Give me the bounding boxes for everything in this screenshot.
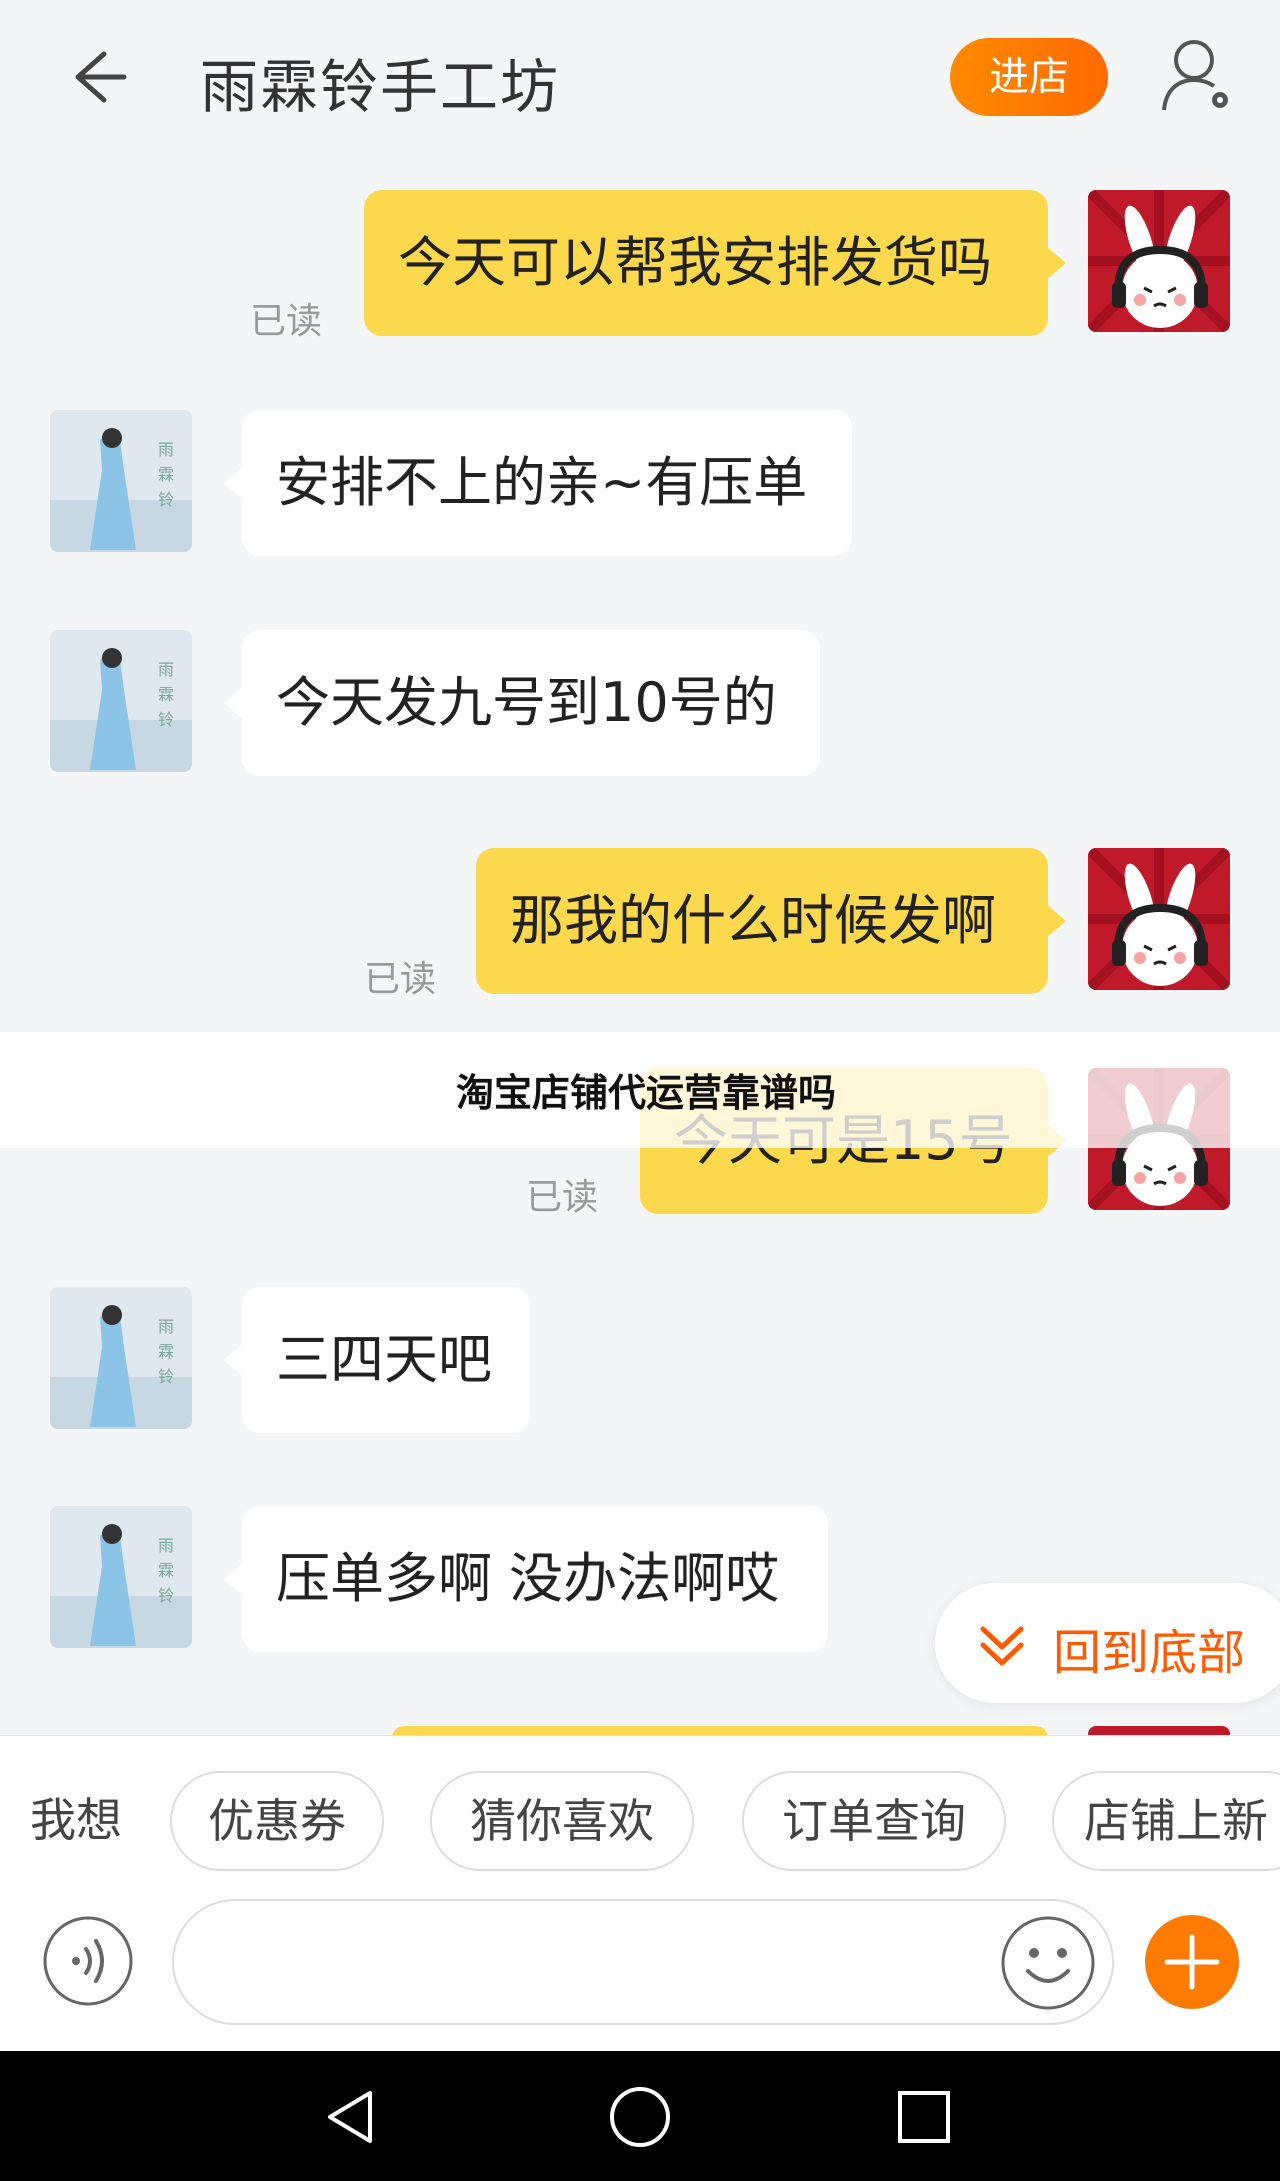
svg-text:雨: 雨 — [158, 1536, 174, 1555]
my-avatar[interactable] — [1088, 190, 1230, 332]
shop-avatar[interactable]: 雨 霖 铃 — [50, 630, 192, 772]
quick-reply-label: 我想 — [30, 1793, 122, 1847]
svg-text:雨: 雨 — [158, 1317, 174, 1336]
svg-text:霖: 霖 — [158, 1561, 174, 1580]
nav-recent-icon[interactable] — [896, 2089, 952, 2145]
shop-avatar-image: 雨 霖 铃 — [50, 410, 192, 552]
rabbit-avatar-icon — [1088, 190, 1230, 332]
scroll-to-bottom-button[interactable]: 回到底部 — [935, 1583, 1280, 1703]
top-bar: 雨霖铃手工坊 进店 — [0, 0, 1280, 158]
shop-title: 雨霖铃手工坊 — [200, 53, 561, 121]
svg-text:铃: 铃 — [158, 710, 174, 729]
message-input[interactable] — [172, 1899, 1114, 2025]
message-bubble-received[interactable]: 安排不上的亲~有压单 — [224, 410, 852, 556]
shop-avatar-image: 雨 霖 铃 — [50, 630, 192, 772]
read-status: 已读 — [250, 301, 323, 342]
svg-text:霖: 霖 — [158, 685, 174, 704]
read-status: 已读 — [526, 1177, 599, 1218]
plus-icon[interactable] — [1145, 1915, 1239, 2009]
nav-back-icon[interactable] — [320, 2087, 380, 2147]
message-bubble-received[interactable]: 压单多啊 没办法啊哎 — [224, 1506, 828, 1652]
quick-reply-bar: 我想 优惠券 猜你喜欢 订单查询 店铺上新 — [0, 1735, 1280, 1900]
voice-icon[interactable] — [42, 1915, 134, 2007]
shop-avatar[interactable]: 雨 霖 铃 — [50, 410, 192, 552]
my-avatar[interactable] — [1088, 848, 1230, 990]
message-bubble-sent[interactable]: 今天可以帮我安排发货吗 — [364, 190, 1066, 336]
svg-text:铃: 铃 — [158, 1367, 174, 1386]
svg-text:雨: 雨 — [158, 440, 174, 459]
svg-text:霖: 霖 — [158, 465, 174, 484]
message-bubble-sent[interactable]: 那我的什么时候发啊 — [476, 848, 1066, 994]
shop-avatar[interactable]: 雨 霖 铃 — [50, 1506, 192, 1648]
enter-shop-button[interactable]: 进店 — [950, 38, 1108, 116]
quick-reply-chip[interactable]: 店铺上新 — [1052, 1771, 1280, 1871]
emoji-icon[interactable] — [1000, 1915, 1096, 2011]
svg-text:霖: 霖 — [158, 1342, 174, 1361]
quick-reply-chip[interactable]: 猜你喜欢 — [430, 1771, 694, 1871]
svg-text:铃: 铃 — [158, 490, 174, 509]
message-bubble-received[interactable]: 今天发九号到10号的 — [224, 630, 820, 776]
input-bar — [0, 1899, 1280, 2051]
back-arrow-icon[interactable] — [60, 42, 130, 112]
svg-text:铃: 铃 — [158, 1586, 174, 1605]
user-settings-icon[interactable] — [1160, 36, 1236, 116]
system-nav-bar — [0, 2051, 1280, 2181]
shop-avatar-image: 雨 霖 铃 — [50, 1506, 192, 1648]
read-status: 已读 — [364, 959, 437, 1000]
watermark-caption: 淘宝店铺代运营靠谱吗 — [456, 1071, 837, 1115]
shop-avatar-image: 雨 霖 铃 — [50, 1287, 192, 1429]
rabbit-avatar-icon — [1088, 848, 1230, 990]
quick-reply-chip[interactable]: 订单查询 — [742, 1771, 1006, 1871]
scroll-to-bottom-label: 回到底部 — [1053, 1625, 1246, 1681]
nav-home-icon[interactable] — [608, 2085, 672, 2149]
shop-avatar[interactable]: 雨 霖 铃 — [50, 1287, 192, 1429]
svg-text:雨: 雨 — [158, 660, 174, 679]
chevron-down-double-icon — [980, 1626, 1024, 1666]
message-bubble-received[interactable]: 三四天吧 — [224, 1287, 530, 1433]
quick-reply-chip[interactable]: 优惠券 — [170, 1771, 384, 1871]
